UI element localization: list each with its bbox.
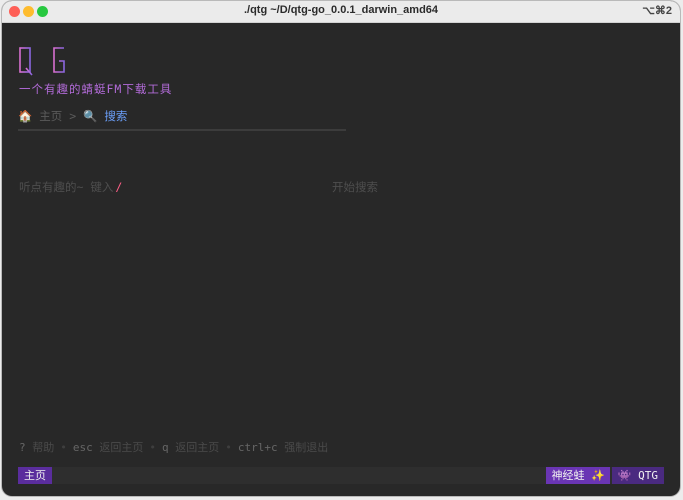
q-key: q xyxy=(162,441,169,454)
esc-key: esc xyxy=(72,441,93,454)
breadcrumb-divider xyxy=(18,129,346,131)
status-tag: 神经蛙 ✨ xyxy=(546,467,610,484)
home-icon: 🏠 xyxy=(18,109,33,123)
app-tagline: 一个有趣的蜻蜓FM下载工具 xyxy=(19,82,173,96)
start-search-button[interactable]: 开始搜索 xyxy=(332,179,378,195)
title-bar: ./qtg ~/D/qtg-go_0.0.1_darwin_amd64 ⌥⌘2 xyxy=(2,1,680,23)
input-cursor: / xyxy=(115,180,123,194)
help-bar: ? 帮助 • esc 返回主页 • q 返回主页 • ctrl+c 强制退出 xyxy=(19,441,329,454)
q-desc: 返回主页 xyxy=(175,441,220,454)
breadcrumb: 🏠 主页 > 🔍 搜索 xyxy=(18,108,127,124)
window-shortcut: ⌥⌘2 xyxy=(642,5,672,17)
breadcrumb-home[interactable]: 主页 xyxy=(39,109,62,123)
status-bar: 主页 神经蛙 ✨ 👾 QTG xyxy=(18,467,664,484)
ctrl-c-desc: 强制退出 xyxy=(284,441,329,454)
search-icon: 🔍 xyxy=(83,109,98,123)
qtg-logo xyxy=(19,47,65,76)
terminal-window: ./qtg ~/D/qtg-go_0.0.1_darwin_amd64 ⌥⌘2 … xyxy=(2,1,680,496)
sparkle-icon: ✨ xyxy=(591,469,605,482)
search-placeholder: 听点有趣的~ 键入 xyxy=(19,180,114,194)
help-key: ? xyxy=(19,441,26,454)
breadcrumb-separator: > xyxy=(69,109,77,123)
status-app: 👾 QTG xyxy=(611,467,664,484)
window-title: ./qtg ~/D/qtg-go_0.0.1_darwin_amd64 xyxy=(243,4,439,16)
help-desc: 帮助 xyxy=(32,441,55,454)
terminal-content: 一个有趣的蜻蜓FM下载工具 🏠 主页 > 🔍 搜索 听点有趣的~ 键入 / 开始搜… xyxy=(2,23,680,496)
status-right: 神经蛙 ✨ 👾 QTG xyxy=(546,467,664,484)
breadcrumb-current: 搜索 xyxy=(104,109,128,123)
esc-desc: 返回主页 xyxy=(99,441,144,454)
frog-icon: 👾 xyxy=(617,469,632,482)
search-input[interactable]: 听点有趣的~ 键入 / xyxy=(19,179,122,195)
ctrl-c-key: ctrl+c xyxy=(237,441,278,454)
status-page: 主页 xyxy=(18,467,52,484)
